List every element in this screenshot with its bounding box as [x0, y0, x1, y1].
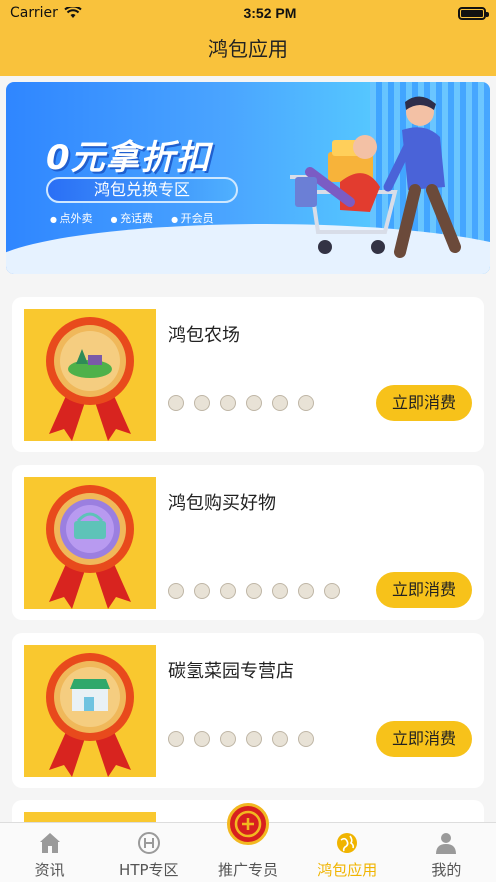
- coin-icon: [298, 731, 314, 747]
- app-card[interactable]: 碳氢菜园专营店 立即消费: [12, 633, 484, 788]
- card-icon-row: [168, 731, 314, 747]
- promo-banner[interactable]: 0元拿折扣 鸿包兑换专区 点外卖 充话费 开会员: [6, 82, 490, 274]
- coin-icon: [194, 395, 210, 411]
- consume-now-button[interactable]: 立即消费: [376, 572, 472, 608]
- coin-icon: [220, 583, 236, 599]
- page-title: 鸿包应用: [208, 37, 288, 61]
- coin-icon: [194, 583, 210, 599]
- top-bar: Carrier 3:52 PM 鸿包应用: [0, 0, 496, 76]
- tab-bar: 资讯 HTP专区 推广专员 鸿包应用 我的: [0, 803, 496, 882]
- coin-icon: [246, 731, 262, 747]
- card-title: 鸿包农场: [168, 325, 240, 346]
- banner-tag: 充话费: [111, 210, 153, 226]
- status-time: 3:52 PM: [243, 5, 297, 21]
- store-medal-image: [24, 645, 156, 777]
- card-icon-row: [168, 583, 340, 599]
- user-icon: [436, 833, 457, 854]
- tab-htp[interactable]: HTP专区: [99, 823, 198, 882]
- card-title: 碳氢菜园专营店: [168, 661, 294, 682]
- coin-icon: [324, 583, 340, 599]
- status-bar: Carrier 3:52 PM: [0, 0, 496, 26]
- shopping-cart-illustration: [290, 96, 461, 258]
- app-card[interactable]: 鸿包农场 立即消费: [12, 297, 484, 452]
- tab-label: 推广专员: [218, 861, 279, 879]
- coin-icon: [298, 395, 314, 411]
- consume-now-button[interactable]: 立即消费: [376, 385, 472, 421]
- farm-medal-image: [24, 309, 156, 441]
- coin-icon: [168, 583, 184, 599]
- promoter-badge-icon: [227, 803, 269, 845]
- tab-mine[interactable]: 我的: [397, 823, 496, 882]
- coin-icon: [194, 731, 210, 747]
- coin-icon: [168, 395, 184, 411]
- card-title: 鸿包购买好物: [168, 493, 276, 514]
- tab-label: HTP专区: [119, 861, 179, 879]
- coin-icon: [220, 731, 236, 747]
- carrier-label: Carrier: [10, 5, 58, 21]
- coin-icon: [220, 395, 236, 411]
- coin-icon: [272, 583, 288, 599]
- home-icon: [39, 833, 60, 853]
- tab-label: 资讯: [34, 861, 65, 879]
- coin-icon: [246, 583, 262, 599]
- wifi-icon: [64, 7, 82, 18]
- tab-promoter[interactable]: 推广专员: [198, 803, 297, 882]
- coin-icon: [246, 395, 262, 411]
- status-left: Carrier: [10, 5, 82, 21]
- banner-tag: 开会员: [171, 210, 214, 226]
- banner-headline: 0元拿折扣: [46, 138, 211, 178]
- tab-label: 鸿包应用: [317, 861, 378, 879]
- banner-pill: 鸿包兑换专区: [46, 177, 238, 203]
- globe-icon: [337, 833, 358, 853]
- battery-icon: [458, 6, 489, 20]
- consume-now-button[interactable]: 立即消费: [376, 721, 472, 757]
- coin-icon: [298, 583, 314, 599]
- banner-tags: 点外卖 充话费 开会员: [50, 210, 214, 226]
- shopping-medal-image: [24, 477, 156, 609]
- tab-label: 我的: [431, 861, 462, 879]
- app-card[interactable]: 鸿包购买好物 立即消费: [12, 465, 484, 620]
- tab-hongbao-apps[interactable]: 鸿包应用: [298, 823, 397, 882]
- coin-icon: [168, 731, 184, 747]
- htp-icon: [137, 832, 160, 854]
- coin-icon: [272, 395, 288, 411]
- tab-news[interactable]: 资讯: [0, 823, 99, 882]
- banner-tag: 点外卖: [50, 210, 93, 226]
- coin-icon: [272, 731, 288, 747]
- card-icon-row: [168, 395, 314, 411]
